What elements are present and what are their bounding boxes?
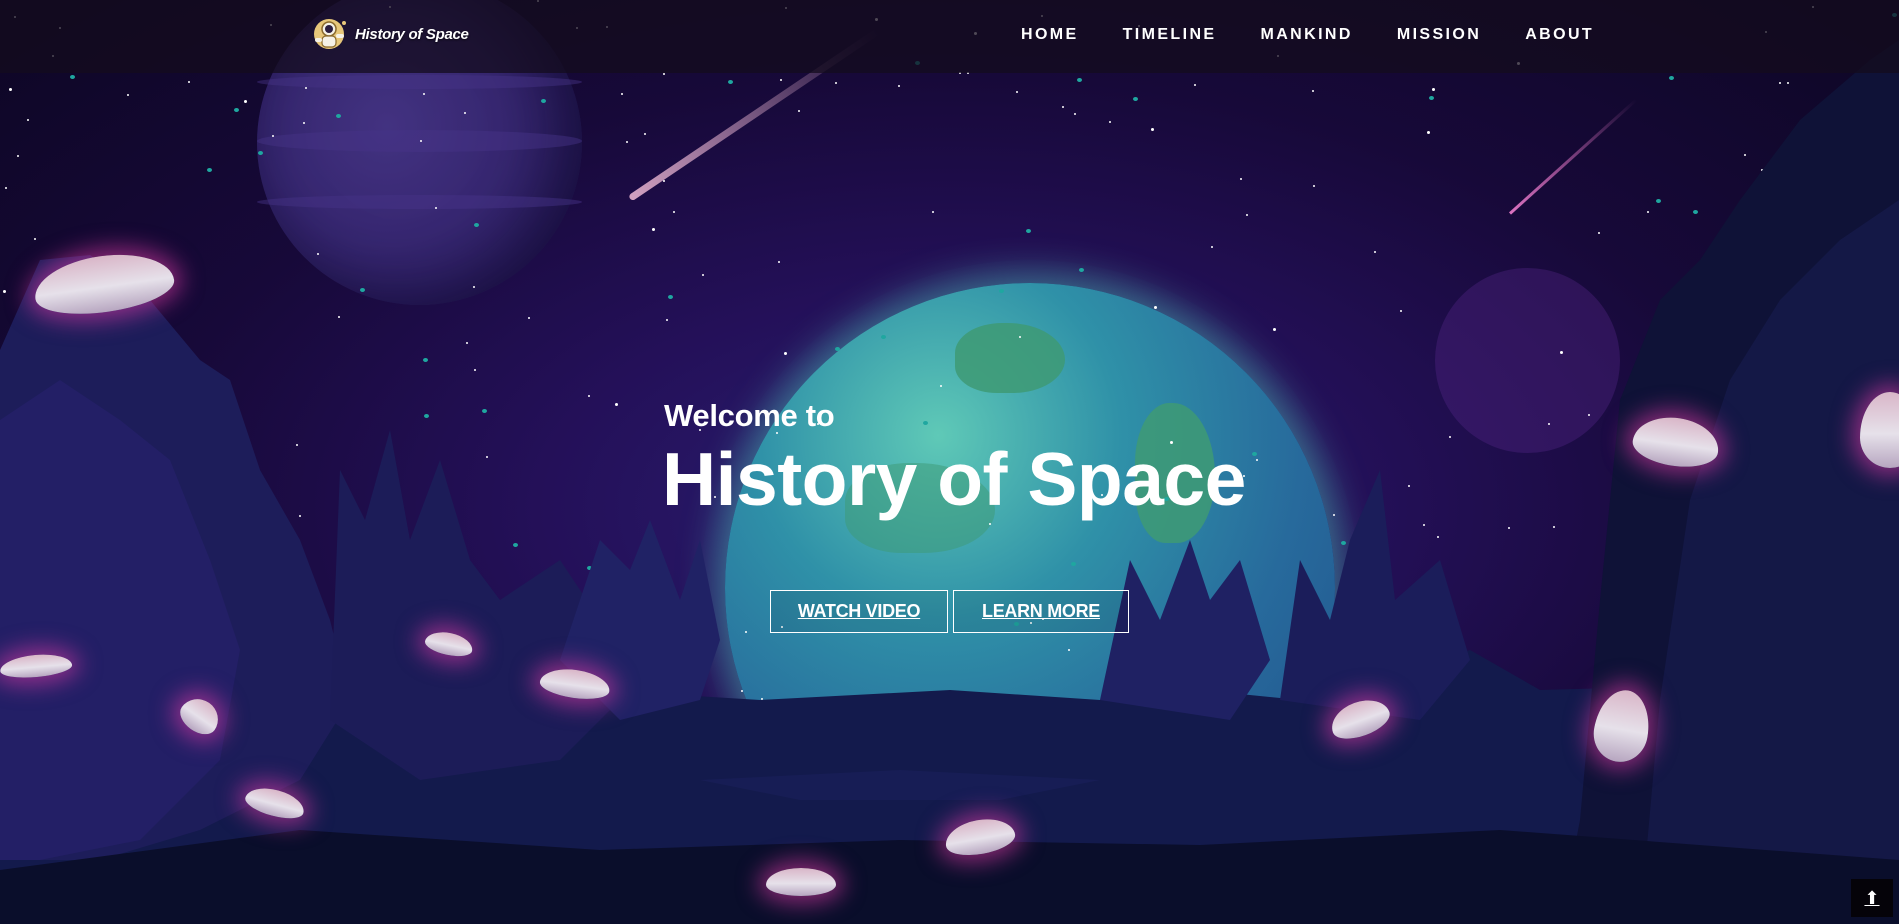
hero-title: History of Space xyxy=(662,437,1246,521)
scroll-to-top-button[interactable]: ⬆ xyxy=(1851,879,1893,917)
main-nav: HOME TIMELINE MANKIND MISSION ABOUT xyxy=(1021,26,1638,44)
watch-video-button[interactable]: WATCH VIDEO xyxy=(770,590,948,633)
hero-buttons: WATCH VIDEO LEARN MORE xyxy=(770,590,1129,633)
site-logo[interactable]: History of Space xyxy=(311,14,469,54)
hero-welcome: Welcome to xyxy=(664,398,835,433)
nav-item-home[interactable]: HOME xyxy=(1021,26,1079,44)
astronaut-icon xyxy=(314,19,346,49)
nav-item-mankind[interactable]: MANKIND xyxy=(1260,26,1352,44)
top-navigation-bar: History of Space HOME TIMELINE MANKIND M… xyxy=(0,0,1899,73)
glowing-crystal xyxy=(766,868,836,896)
nav-item-about[interactable]: ABOUT xyxy=(1525,26,1594,44)
learn-more-button[interactable]: LEARN MORE xyxy=(953,590,1129,633)
nav-item-mission[interactable]: MISSION xyxy=(1397,26,1481,44)
arrow-up-icon: ⬆ xyxy=(1864,887,1880,908)
brand-name: History of Space xyxy=(355,25,469,43)
nav-item-timeline[interactable]: TIMELINE xyxy=(1123,26,1217,44)
hero-text: Welcome to History of Space xyxy=(662,398,1246,521)
